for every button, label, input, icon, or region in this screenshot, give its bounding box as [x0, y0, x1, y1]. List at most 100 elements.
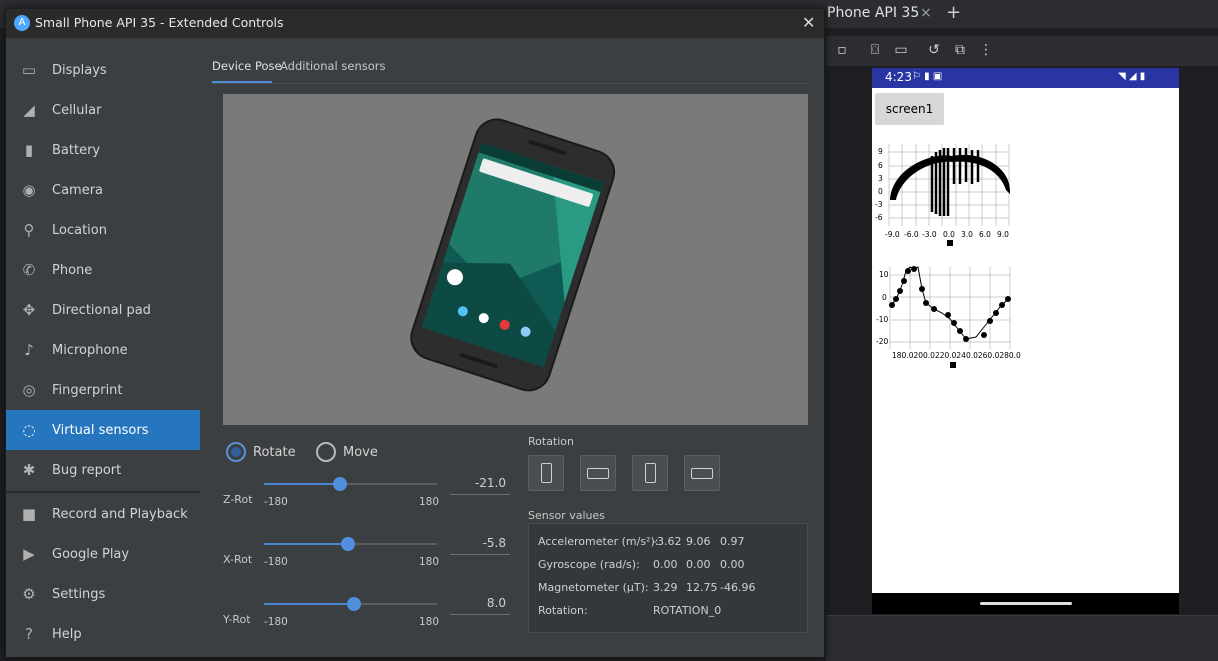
- rotate-radio[interactable]: [226, 442, 246, 462]
- x-rot-slider[interactable]: [264, 537, 437, 551]
- sidebar-item-directional-pad[interactable]: ✥ Directional pad: [6, 290, 200, 330]
- reverse-portrait-icon: [644, 463, 656, 483]
- gyro-y: 0.00: [686, 558, 711, 571]
- ide-tab-title[interactable]: Phone API 35: [827, 5, 919, 21]
- more-icon[interactable]: ⋮: [973, 42, 999, 58]
- y-rot-slider[interactable]: [264, 597, 437, 611]
- rotate-icon[interactable]: ↺: [921, 42, 947, 58]
- y-rot-label: Y-Rot: [223, 613, 251, 626]
- mag-x: 3.29: [653, 581, 678, 594]
- ide-tab-close-icon[interactable]: ×: [920, 5, 932, 21]
- phone-chart-2: 10 0 -10 -20 180.0200.0220.0240.0260.028…: [876, 266, 1021, 368]
- chart1-xtick: -9.0: [885, 230, 900, 239]
- z-rot-slider[interactable]: [264, 477, 437, 491]
- rotate-label: Rotate: [253, 445, 296, 460]
- rotate-reverse-portrait-button[interactable]: [632, 455, 668, 491]
- sidebar-item-virtual-sensors[interactable]: ◌ Virtual sensors: [6, 410, 200, 450]
- chart1-xtick: 3.0: [961, 230, 973, 239]
- y-rot-slider-fill: [264, 603, 355, 605]
- sidebar-item-record-playback[interactable]: ■ Record and Playback: [6, 494, 200, 534]
- phone-3d-model: [410, 118, 616, 392]
- phone-icon: ✆: [22, 261, 36, 279]
- ide-tab-add-icon[interactable]: +: [946, 2, 961, 23]
- x-rot-slider-thumb[interactable]: [340, 537, 355, 551]
- sidebar-item-location[interactable]: ⚲ Location: [6, 210, 200, 250]
- mag-y: 12.75: [686, 581, 718, 594]
- sidebar-item-help[interactable]: ? Help: [6, 614, 200, 654]
- video-icon[interactable]: ▭: [888, 42, 914, 58]
- gyroscope-label: Gyroscope (rad/s):: [538, 558, 640, 571]
- chart1-legend-marker: [947, 240, 953, 246]
- sidebar-item-displays[interactable]: ▭ Displays: [6, 50, 200, 90]
- chart1-ytick: -6: [875, 213, 883, 222]
- y-rot-slider-thumb[interactable]: [347, 597, 362, 611]
- tab-divider: [212, 83, 807, 84]
- sidebar-item-label: Cellular: [52, 102, 102, 118]
- sidebar-item-google-play[interactable]: ▶ Google Play: [6, 534, 200, 574]
- z-rot-slider-thumb[interactable]: [333, 477, 348, 491]
- screenshot-icon[interactable]: ⧉: [947, 42, 973, 58]
- x-rot-label: X-Rot: [223, 553, 253, 566]
- window-titlebar[interactable]: A Small Phone API 35 - Extended Controls…: [6, 9, 824, 38]
- gyro-x: 0.00: [653, 558, 678, 571]
- y-rot-value-field[interactable]: 8.0: [450, 593, 510, 615]
- wifi-signal-battery-icon: ◥ ◢ ▮: [1118, 71, 1146, 82]
- battery-icon: ▮: [24, 141, 34, 159]
- active-tab-indicator: [212, 81, 272, 83]
- sensor-values-panel: Accelerometer (m/s²): -3.62 9.06 0.97 Gy…: [528, 523, 808, 633]
- sidebar-item-phone[interactable]: ✆ Phone: [6, 250, 200, 290]
- screen1-button[interactable]: screen1: [875, 93, 944, 125]
- dpad-icon: ✥: [22, 301, 36, 319]
- z-rot-value-field[interactable]: -21.0: [450, 473, 510, 495]
- sidebar-item-camera[interactable]: ◉ Camera: [6, 170, 200, 210]
- sidebar-item-battery[interactable]: ▮ Battery: [6, 130, 200, 170]
- sidebar-item-settings[interactable]: ⚙ Settings: [6, 574, 200, 614]
- camera-icon[interactable]: ⌼: [862, 42, 888, 58]
- portrait-icon: [540, 463, 552, 483]
- chart2-ytick: -20: [876, 337, 888, 346]
- rotate-reverse-landscape-button[interactable]: [684, 455, 720, 491]
- phone-screen[interactable]: 4:23 ⚐ ▮ ▣ ◥ ◢ ▮ screen1 9 6 3 0 -3 -6 -…: [872, 68, 1179, 614]
- status-icons: ⚐ ▮ ▣: [912, 71, 943, 82]
- ide-bottom-panel: [826, 615, 1218, 661]
- accelerometer-label: Accelerometer (m/s²):: [538, 535, 659, 548]
- gear-icon: ⚙: [22, 585, 36, 603]
- gyro-z: 0.00: [720, 558, 745, 571]
- sidebar-item-fingerprint[interactable]: ◎ Fingerprint: [6, 370, 200, 410]
- close-icon[interactable]: ✕: [802, 13, 815, 32]
- sidebar-item-label: Virtual sensors: [52, 422, 149, 438]
- stop-icon[interactable]: ▫: [829, 42, 855, 58]
- sidebar-item-label: Google Play: [52, 546, 130, 562]
- sidebar-item-cellular[interactable]: ◢ Cellular: [6, 90, 200, 130]
- move-label: Move: [343, 445, 378, 460]
- bug-icon: ✱: [22, 461, 36, 479]
- x-rot-value-field[interactable]: -5.8: [450, 533, 510, 555]
- chart1-xtick: 6.0: [979, 230, 991, 239]
- y-rot-max: 180: [419, 616, 440, 628]
- device-pose-viewport[interactable]: [223, 94, 808, 425]
- camera-icon: ◉: [22, 181, 36, 199]
- rotation-value: ROTATION_0: [653, 604, 722, 617]
- tab-device-pose[interactable]: Device Pose: [212, 59, 282, 73]
- sidebar-item-label: Phone: [52, 262, 93, 278]
- chart1-xtick: 0.0: [943, 230, 955, 239]
- cellular-icon: ◢: [23, 101, 35, 119]
- move-radio[interactable]: [316, 442, 336, 462]
- chart1-ytick: 6: [878, 161, 883, 170]
- chart1-ytick: -3: [875, 200, 883, 209]
- rotate-portrait-button[interactable]: [528, 455, 564, 491]
- tab-additional-sensors[interactable]: Additional sensors: [280, 59, 386, 73]
- display-icon: ▭: [21, 61, 37, 79]
- sidebar-item-label: Directional pad: [52, 302, 151, 318]
- rotation-heading: Rotation: [528, 435, 575, 448]
- sidebar-item-microphone[interactable]: ♪ Microphone: [6, 330, 200, 370]
- chart1-ytick: 0: [878, 187, 883, 196]
- status-time: 4:23: [885, 70, 912, 84]
- sidebar-item-label: Location: [52, 222, 107, 238]
- window-title: Small Phone API 35 - Extended Controls: [35, 15, 284, 30]
- sidebar-item-bug-report[interactable]: ✱ Bug report: [6, 450, 200, 490]
- rotation-label: Rotation:: [538, 604, 588, 617]
- rotate-landscape-button[interactable]: [580, 455, 616, 491]
- home-handle[interactable]: [980, 602, 1072, 605]
- reverse-landscape-icon: [691, 467, 713, 479]
